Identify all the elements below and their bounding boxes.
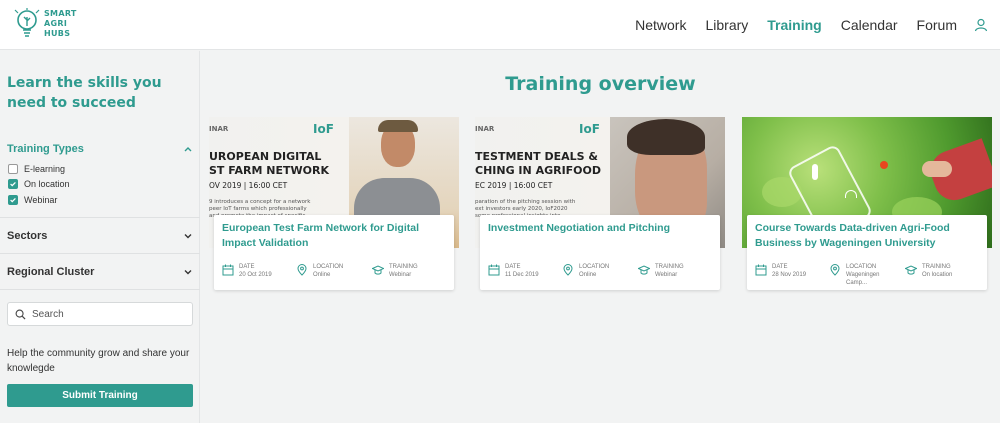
search-box[interactable] [7, 302, 193, 326]
checkbox-label: E-learning [24, 164, 66, 174]
filter-sidebar: Learn the skills you need to succeed Tra… [0, 51, 200, 423]
calendar-icon [755, 264, 767, 276]
checkbox-label: Webinar [24, 195, 58, 205]
checkbox-e-learning[interactable]: E-learning [8, 164, 65, 174]
sectors-toggle[interactable]: Sectors [7, 230, 193, 242]
card-title[interactable]: European Test Farm Network for Digital I… [222, 221, 450, 251]
card-title[interactable]: Investment Negotiation and Pitching [488, 221, 716, 236]
divider [0, 289, 200, 290]
red-dot [880, 161, 888, 169]
hand [922, 161, 952, 177]
nav-network[interactable]: Network [635, 17, 686, 33]
meta-date: DATE 11 Dec 2019 [488, 263, 539, 279]
meta-date: DATE 20 Oct 2019 [222, 263, 272, 279]
checkbox-box[interactable] [8, 164, 18, 174]
submit-training-button[interactable]: Submit Training [7, 384, 193, 407]
graduation-cap-icon [905, 265, 917, 275]
smart-agri-hubs-logo[interactable]: SMART AGRI HUBS [14, 8, 77, 40]
regional-cluster-label: Regional Cluster [7, 266, 95, 278]
graduation-cap-icon [638, 265, 650, 275]
regional-cluster-toggle[interactable]: Regional Cluster [7, 266, 193, 278]
checkbox-on-location[interactable]: On location [8, 179, 70, 189]
checkbox-webinar[interactable]: Webinar [8, 195, 57, 205]
top-header: SMART AGRI HUBS Network Library Training… [0, 0, 1000, 50]
training-card[interactable]: INAR TESTMENT DEALS & CHING IN AGRIFOOD … [475, 117, 726, 292]
chevron-down-icon [183, 231, 193, 241]
lightbulb-logo-icon [14, 8, 40, 37]
checkbox-label: On location [24, 179, 70, 189]
training-card[interactable]: INAR UROPEAN DIGITAL ST FARM NETWORK OV … [209, 117, 460, 292]
location-pin-icon [563, 264, 573, 276]
iof-logo: IoF [313, 122, 334, 136]
meta-training: TRAINING Webinar [638, 263, 684, 279]
sectors-label: Sectors [7, 230, 48, 242]
training-card[interactable]: Course Towards Data-driven Agri-Food Bus… [742, 117, 993, 292]
nav-forum[interactable]: Forum [917, 17, 957, 33]
calendar-icon [222, 264, 234, 276]
person-hair [627, 119, 705, 155]
search-icon [15, 309, 26, 320]
help-text: Help the community grow and share your k… [7, 348, 190, 374]
training-types-toggle[interactable]: Training Types [7, 143, 193, 155]
main-nav: Network Library Training Calendar Forum [616, 0, 988, 50]
nav-library[interactable]: Library [705, 17, 748, 33]
calendar-icon [488, 264, 500, 276]
page-title: Training overview [505, 73, 696, 95]
card-body: Investment Negotiation and Pitching DATE… [480, 215, 720, 290]
nav-training[interactable]: Training [767, 17, 821, 33]
meta-training: TRAINING Webinar [372, 263, 418, 279]
checkbox-box-checked[interactable] [8, 179, 18, 189]
chevron-up-icon [183, 144, 193, 154]
chevron-down-icon [183, 267, 193, 277]
wifi-icon [845, 190, 857, 198]
divider [0, 253, 200, 254]
card-body: Course Towards Data-driven Agri-Food Bus… [747, 215, 987, 290]
graduation-cap-icon [372, 265, 384, 275]
user-icon[interactable] [974, 18, 988, 32]
divider [0, 217, 200, 218]
iof-logo: IoF [579, 122, 600, 136]
meta-location: LOCATION Wageningen Camp... [829, 263, 894, 287]
location-pin-icon [830, 264, 840, 276]
location-pin-icon [297, 264, 307, 276]
meta-date: DATE 28 Nov 2019 [755, 263, 806, 279]
thermometer-icon [812, 164, 818, 180]
logo-text: SMART AGRI HUBS [44, 9, 77, 38]
nav-calendar[interactable]: Calendar [841, 17, 898, 33]
search-input[interactable] [32, 308, 182, 320]
card-body: European Test Farm Network for Digital I… [214, 215, 454, 290]
meta-training: TRAINING On location [905, 263, 952, 279]
meta-location: LOCATION Online [562, 263, 609, 279]
checkbox-box-checked[interactable] [8, 195, 18, 205]
meta-location: LOCATION Online [296, 263, 343, 279]
sidebar-title: Learn the skills you need to succeed [7, 75, 162, 111]
card-title[interactable]: Course Towards Data-driven Agri-Food Bus… [755, 221, 983, 251]
training-types-label: Training Types [7, 143, 84, 155]
person-cap [378, 120, 418, 132]
